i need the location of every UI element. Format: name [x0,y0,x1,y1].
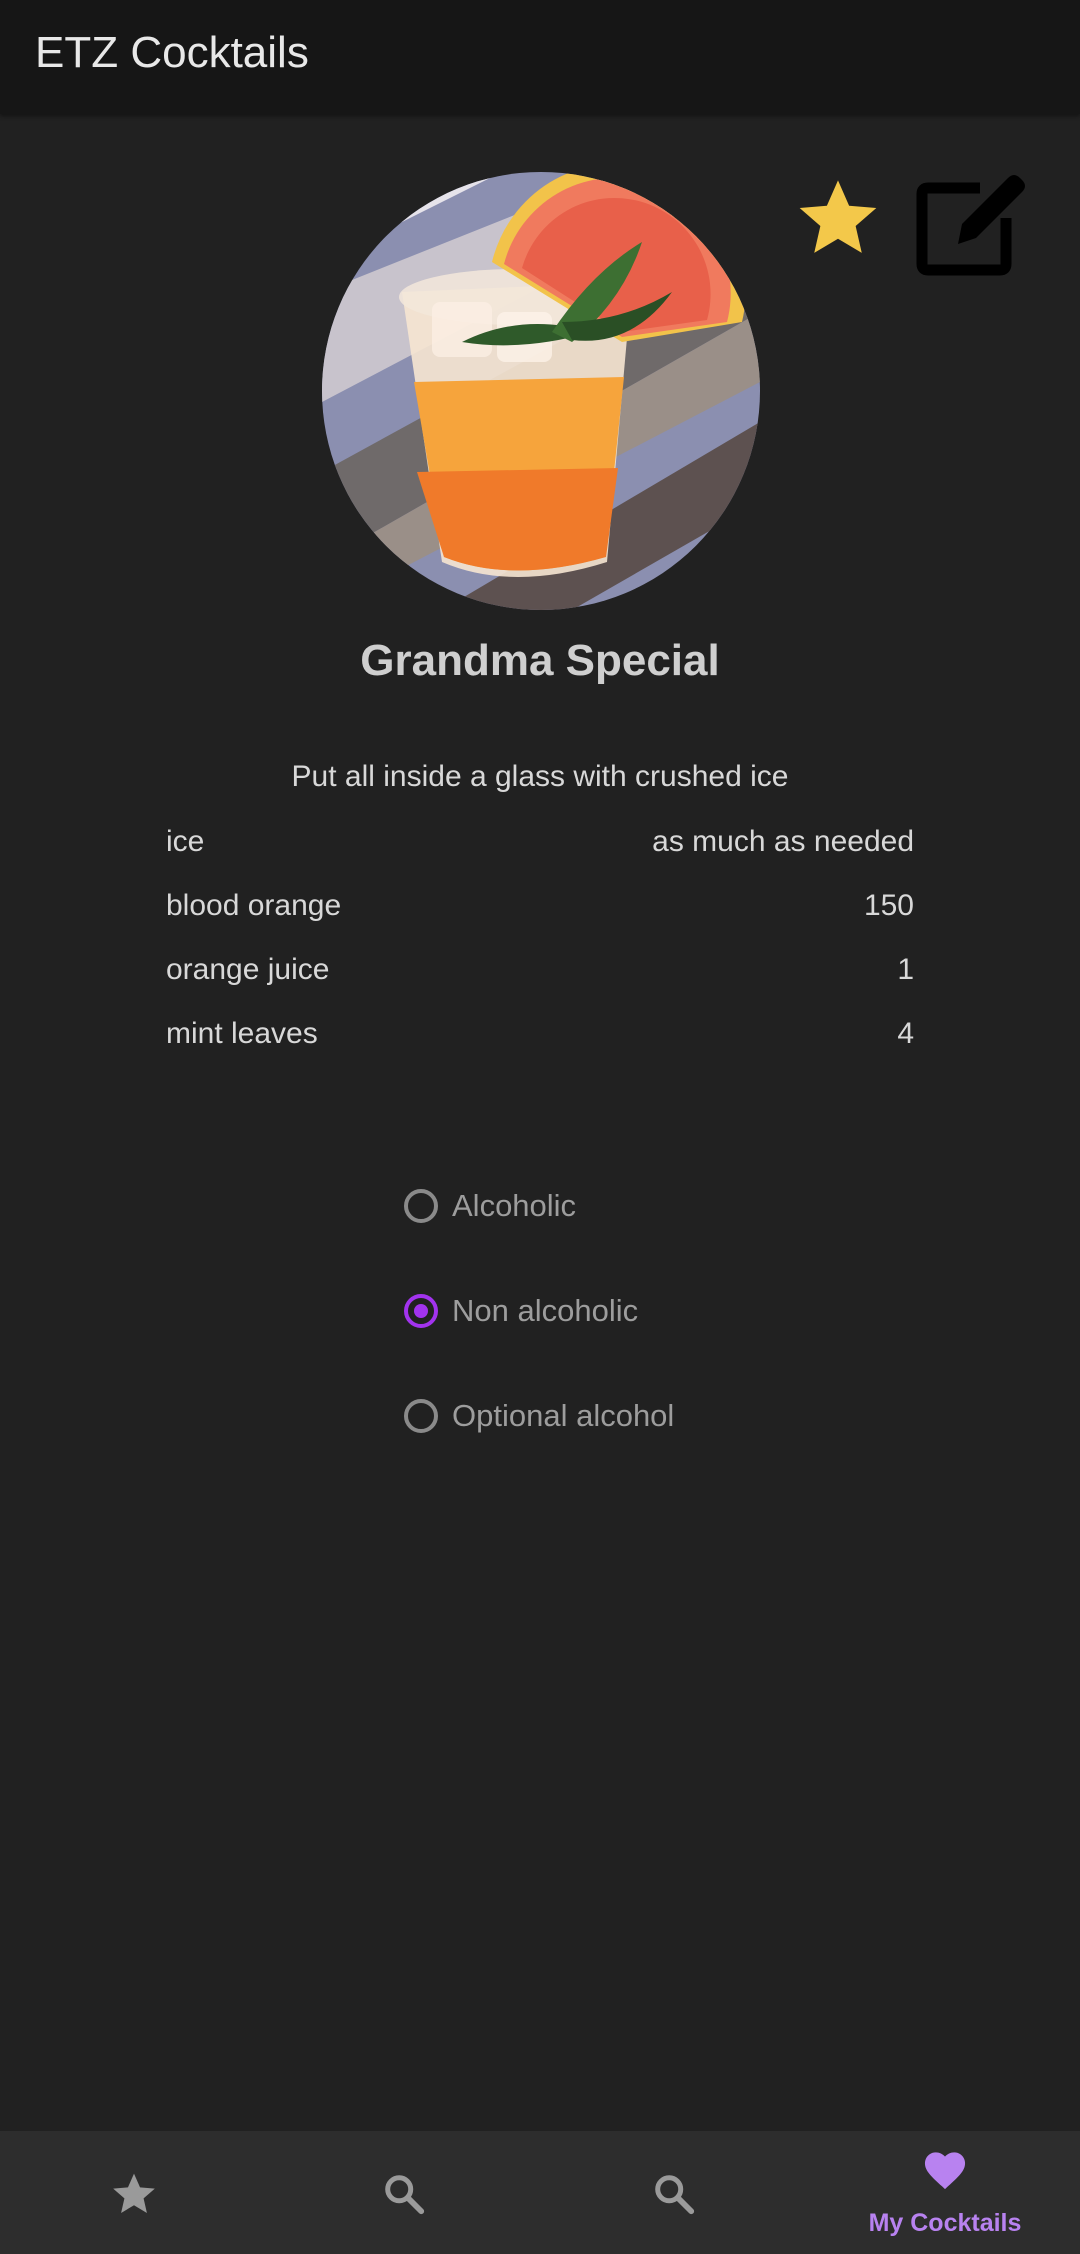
ingredient-row: ice as much as needed [166,818,914,866]
search-icon [385,2175,425,2215]
ingredient-name: blood orange [166,889,342,922]
radio-alcoholic[interactable]: Alcoholic [404,1178,576,1234]
ingredient-name: ice [166,825,205,858]
radio-non-alcoholic[interactable]: Non alcoholic [404,1283,638,1339]
radio-optional-alcohol[interactable]: Optional alcohol [404,1388,674,1444]
nav-item-search[interactable] [270,2131,540,2254]
ingredient-name: orange juice [166,953,330,986]
radio-label: Non alcoholic [452,1293,639,1328]
ingredient-row: blood orange 150 [166,882,914,930]
heart-icon [924,2152,966,2190]
radio-button[interactable] [404,1189,438,1223]
edit-icon[interactable] [914,166,1030,278]
nav-item-favorites[interactable] [0,2131,270,2254]
radio-dot [414,1304,428,1318]
ingredient-name: mint leaves [166,1017,318,1050]
radio-label: Optional alcohol [452,1398,675,1433]
radio-button-selected[interactable] [404,1294,438,1328]
cocktail-instructions: Put all inside a glass with crushed ice [291,760,789,793]
favorite-star-icon[interactable] [792,172,884,264]
ingredient-amount: 150 [863,889,914,922]
nav-label-my-cocktails: My Cocktails [868,2209,1022,2237]
bottom-navigation: My Cocktails [0,2131,1080,2254]
radio-label: Alcoholic [452,1188,577,1223]
ingredient-row: mint leaves 4 [166,1010,914,1058]
radio-button[interactable] [404,1399,438,1433]
ingredient-amount: 1 [897,953,914,986]
app-title: ETZ Cocktails [35,28,309,77]
cocktail-name: Grandma Special [360,636,720,685]
app-bar: ETZ Cocktails [0,0,1080,114]
nav-item-search-2[interactable] [540,2131,810,2254]
ingredient-row: orange juice 1 [166,946,914,994]
star-icon [113,2173,155,2213]
nav-item-my-cocktails[interactable]: My Cocktails [810,2131,1080,2254]
ingredient-amount: 4 [897,1017,914,1050]
search-icon [655,2175,695,2215]
cocktail-photo [322,172,760,610]
ingredient-amount: as much as needed [652,825,914,858]
